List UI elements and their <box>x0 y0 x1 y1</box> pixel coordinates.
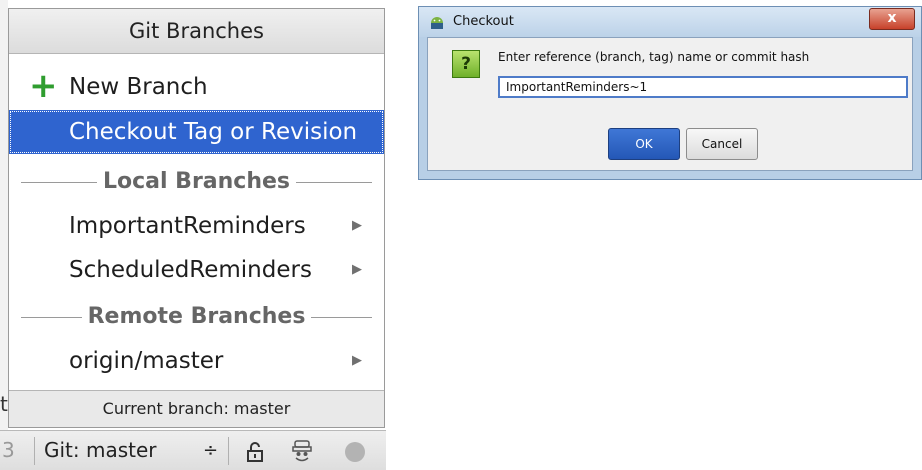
ok-button[interactable]: OK <box>608 128 680 160</box>
submenu-arrow-icon: ▶ <box>352 262 362 277</box>
close-button[interactable]: x <box>869 8 915 30</box>
branch-item-origin-master[interactable]: origin/master ▶ <box>9 339 384 383</box>
branch-name: origin/master <box>69 348 224 374</box>
dialog-prompt: Enter reference (branch, tag) name or co… <box>498 50 810 64</box>
new-branch-label: New Branch <box>69 74 208 100</box>
git-branches-popup: Git Branches + New Branch Checkout Tag o… <box>8 8 385 428</box>
popup-title: Git Branches <box>9 9 384 54</box>
status-fragment: 3 <box>2 438 15 462</box>
local-branches-separator: Local Branches <box>21 167 372 197</box>
new-branch-item[interactable]: + New Branch <box>9 65 384 109</box>
status-bar: 3 Git: master ÷ <box>0 430 386 470</box>
reference-input[interactable]: ImportantReminders~1 <box>498 76 908 98</box>
status-divider <box>228 437 229 465</box>
question-icon: ? <box>452 50 480 78</box>
submenu-arrow-icon: ▶ <box>352 353 362 368</box>
remote-branches-separator: Remote Branches <box>21 302 372 332</box>
inspector-icon[interactable] <box>290 431 314 470</box>
dialog-titlebar: Checkout x <box>419 7 921 37</box>
dialog-body: ? Enter reference (branch, tag) name or … <box>427 37 913 171</box>
local-branches-header: Local Branches <box>96 169 297 194</box>
remote-branches-header: Remote Branches <box>81 304 312 329</box>
lock-icon[interactable] <box>246 431 264 470</box>
cancel-button[interactable]: Cancel <box>686 128 758 160</box>
status-indicator-icon[interactable] <box>344 431 366 470</box>
git-branches-panel: t Git Branches + New Branch Checkout Tag… <box>0 0 386 470</box>
branch-name: ImportantReminders <box>69 213 306 239</box>
branch-item-scheduledreminders[interactable]: ScheduledReminders ▶ <box>9 248 384 292</box>
dialog-title: Checkout <box>453 14 514 29</box>
editor-edge-text: t <box>0 392 8 416</box>
submenu-arrow-icon: ▶ <box>352 218 362 233</box>
editor-edge: t <box>0 0 8 469</box>
status-divider <box>34 437 35 465</box>
plus-icon: + <box>29 66 58 106</box>
git-branch-widget[interactable]: Git: master <box>44 431 157 470</box>
current-branch-footer: Current branch: master <box>9 390 384 427</box>
checkout-tag-label: Checkout Tag or Revision <box>69 119 358 145</box>
branch-item-importantreminders[interactable]: ImportantReminders ▶ <box>9 204 384 248</box>
checkout-tag-item[interactable]: Checkout Tag or Revision <box>9 110 384 154</box>
android-icon <box>431 17 443 29</box>
branch-name: ScheduledReminders <box>69 257 312 283</box>
git-widget-updown-icon[interactable]: ÷ <box>203 431 218 470</box>
checkout-dialog: Checkout x ? Enter reference (branch, ta… <box>418 6 922 180</box>
